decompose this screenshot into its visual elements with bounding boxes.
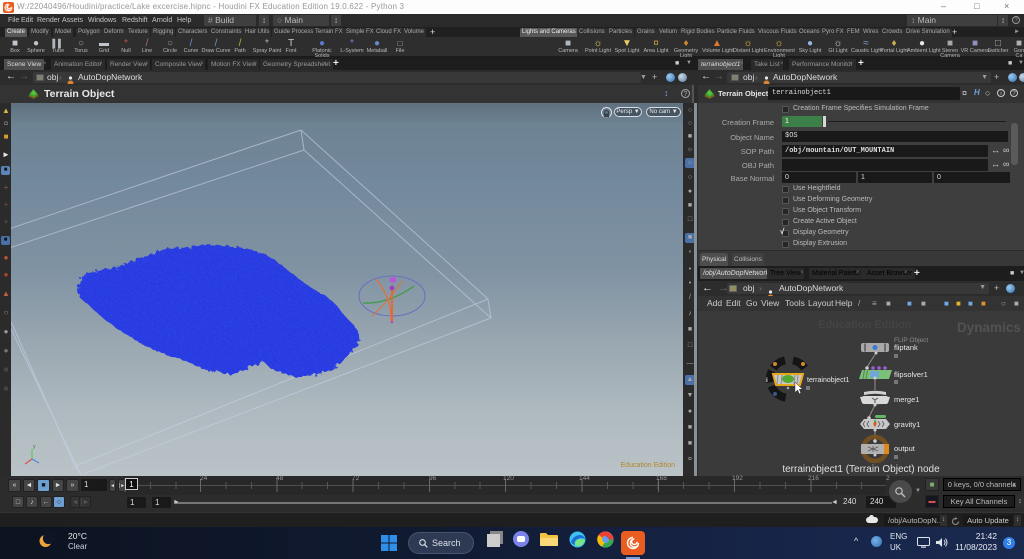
svg-text:flipsolver1: flipsolver1 [894,370,928,379]
svg-text:gravity1: gravity1 [894,420,920,429]
svg-text:fliptank: fliptank [894,343,918,352]
svg-text:terrainobject1: terrainobject1 [807,377,850,384]
svg-text:Education Edition: Education Edition [818,319,912,331]
svg-text:i: i [766,377,768,384]
svg-text:output: output [894,444,916,453]
svg-text:y: y [33,444,36,450]
svg-text:merge1: merge1 [894,395,919,404]
svg-text:terrainobject1 (Terrain Object: terrainobject1 (Terrain Object) node [782,464,940,475]
svg-text:Dynamics: Dynamics [957,320,1021,335]
